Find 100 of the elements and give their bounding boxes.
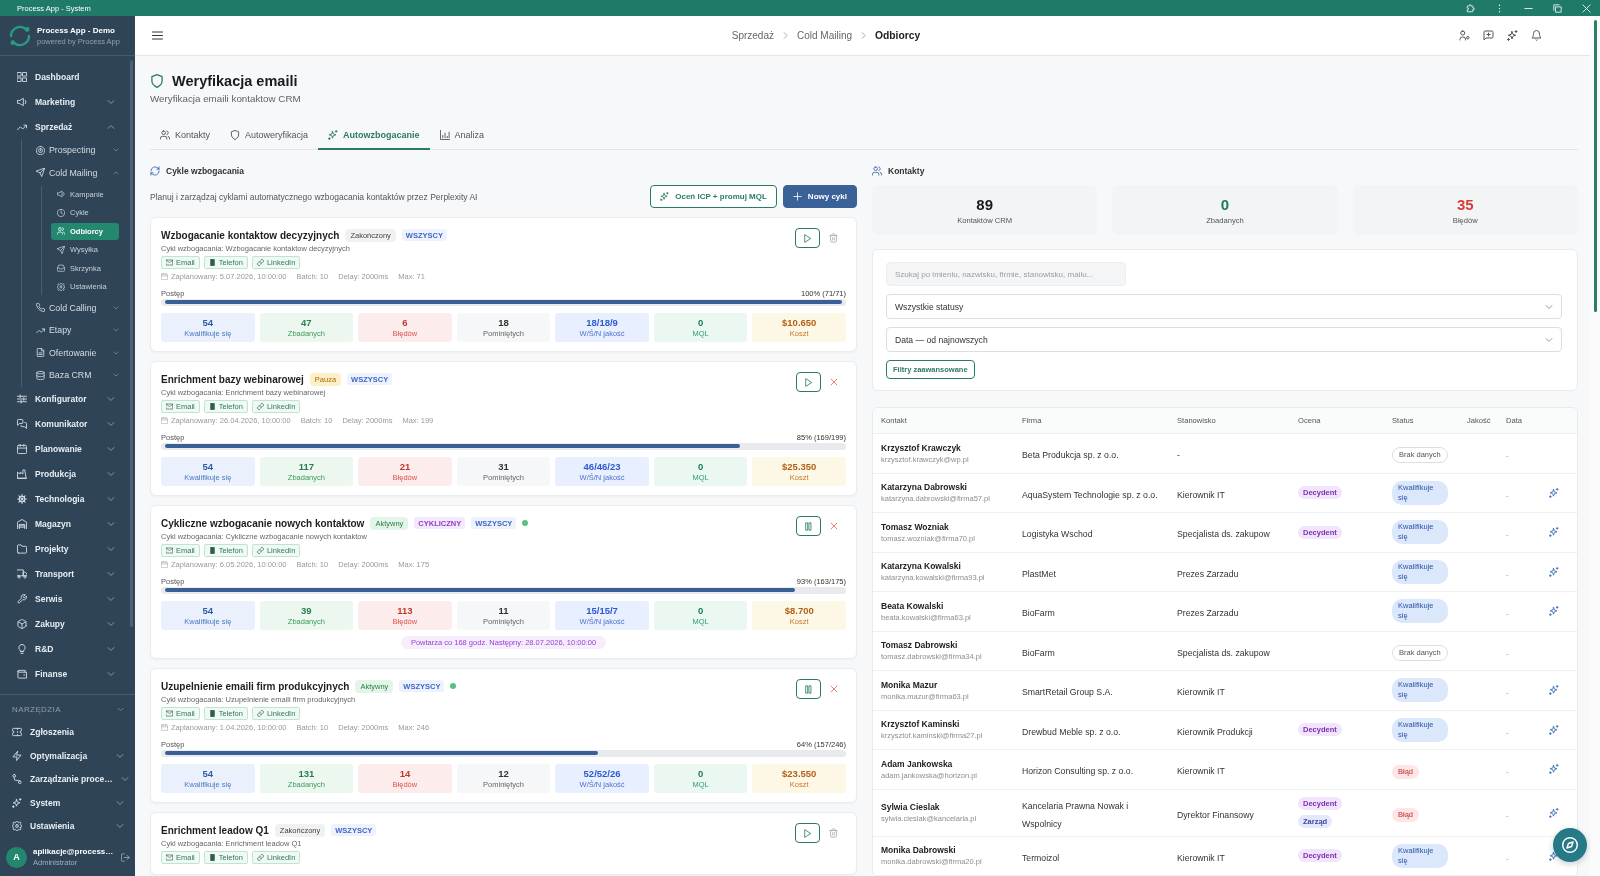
cross-icon[interactable] xyxy=(830,378,838,386)
sidebar-item[interactable]: Dashboard xyxy=(0,64,135,89)
workflow-icon xyxy=(12,774,22,785)
dropdown-field[interactable]: Wszystkie statusy xyxy=(886,294,1562,319)
logout-icon[interactable] xyxy=(121,852,130,862)
evaluate-icp-button[interactable]: Oceń ICP + promuj MQL xyxy=(650,185,777,208)
sparkles-icon[interactable] xyxy=(1549,850,1559,861)
sparkles-icon[interactable] xyxy=(1549,764,1559,775)
envelope-icon xyxy=(166,547,173,554)
cycle-title: Enrichment bazy webinarowej xyxy=(161,373,304,385)
speaker-icon xyxy=(57,190,65,198)
play-icon xyxy=(803,233,812,243)
breadcrumb-link[interactable]: Sprzedaż xyxy=(731,30,774,41)
sidebar-item[interactable]: Baza CRM xyxy=(22,364,135,387)
sidebar-item[interactable]: Ofertowanie xyxy=(22,341,135,364)
lightning-icon xyxy=(12,750,22,761)
sidebar-item[interactable]: Planowanie xyxy=(0,436,135,462)
inbox-icon xyxy=(57,264,65,272)
sparkles-icon[interactable] xyxy=(1549,807,1559,818)
sparkles-icon[interactable] xyxy=(1507,30,1518,41)
company-name: Drewbud Meble sp. z o.o. xyxy=(1022,726,1121,737)
job-title: Kierownik IT xyxy=(1177,852,1225,863)
sidebar-item[interactable]: R&D xyxy=(0,636,135,662)
sidebar-item[interactable]: Optymalizacja xyxy=(0,744,135,768)
ticket-icon xyxy=(12,727,22,738)
company-name: BioFarm xyxy=(1022,647,1055,658)
pause-button[interactable] xyxy=(796,679,821,699)
sidebar-item[interactable]: Zgłoszenia xyxy=(0,720,135,744)
scrollbar[interactable] xyxy=(1594,20,1597,312)
company-name: PlastMet xyxy=(1022,568,1056,579)
link-icon xyxy=(256,259,264,266)
sparkles-icon[interactable] xyxy=(1549,724,1559,735)
pause-button[interactable] xyxy=(796,516,821,536)
tab[interactable]: Autowzbogacanie xyxy=(318,122,430,150)
play-button[interactable] xyxy=(796,372,821,392)
sidebar-item[interactable]: Cold Mailing xyxy=(22,161,135,184)
stat-value: 39 xyxy=(301,604,312,616)
tab[interactable]: Kontakty xyxy=(150,122,221,150)
sidebar-item[interactable]: Zakupy xyxy=(0,611,135,637)
sparkles-icon[interactable] xyxy=(1549,566,1559,577)
sidebar-item[interactable]: Transport xyxy=(0,561,135,587)
chat-plus-icon[interactable] xyxy=(1483,30,1494,41)
play-icon xyxy=(803,828,812,838)
stat-value: 0 xyxy=(698,767,704,779)
sidebar-item[interactable]: Etapy xyxy=(22,319,135,342)
breadcrumb-current[interactable]: Odbiorcy xyxy=(875,30,921,41)
company-name: SmartRetail Group S.A. xyxy=(1022,687,1113,698)
sidebar-item[interactable]: Ustawienia xyxy=(0,814,135,838)
section-header[interactable]: NARZĘDZIA xyxy=(0,698,135,721)
contact-name: Krzysztof Kaminski xyxy=(881,719,960,730)
job-title: Kierownik IT xyxy=(1177,687,1225,698)
sidebar-item[interactable]: System xyxy=(0,791,135,815)
restore-icon[interactable] xyxy=(1553,3,1562,13)
dropdown-field[interactable]: Data — od najnowszych xyxy=(886,327,1562,352)
cross-icon[interactable] xyxy=(830,685,838,693)
sidebar-item[interactable]: Projekty xyxy=(0,536,135,562)
new-cycle-button[interactable]: Nowy cykl xyxy=(782,185,857,208)
cycle-title: Cykliczne wzbogacanie nowych kontaktow xyxy=(161,517,365,529)
sidebar-item[interactable]: Marketing xyxy=(0,89,135,114)
sidebar-item[interactable]: Konfigurator xyxy=(0,386,135,412)
sparkles-icon[interactable] xyxy=(1549,606,1559,617)
sidebar-item[interactable]: Sprzedaż xyxy=(0,114,135,139)
sidebar-item[interactable]: Technologia xyxy=(0,486,135,512)
menu-icon[interactable] xyxy=(152,30,163,41)
envelope-icon xyxy=(166,854,173,861)
breadcrumb-link[interactable]: Cold Mailing xyxy=(797,30,853,41)
search-field[interactable]: Szukaj po imieniu, nazwisku, firmie, stanowisku, mailu... xyxy=(886,262,1126,286)
stat-value: $23.550 xyxy=(782,767,817,779)
sidebar-item[interactable]: Prospecting xyxy=(22,139,135,162)
company-name: Logistyka Wschod xyxy=(1022,529,1093,540)
tab[interactable]: Analiza xyxy=(429,122,495,150)
avatar: A xyxy=(6,846,27,868)
bell-icon[interactable] xyxy=(1531,30,1542,41)
wrench-icon xyxy=(17,594,27,604)
sidebar-item[interactable]: Komunikator xyxy=(0,411,135,437)
wallet-icon xyxy=(17,669,27,679)
tab[interactable]: Autoweryfikacja xyxy=(220,122,319,150)
sidebar-item[interactable]: Cold Calling xyxy=(22,296,135,319)
sidebar-item[interactable]: Magazyn xyxy=(0,511,135,537)
sidebar-item[interactable]: Finanse xyxy=(0,661,135,687)
puzzle-icon[interactable] xyxy=(1466,3,1475,13)
play-button[interactable] xyxy=(795,823,820,843)
contact-name: Tomasz Wozniak xyxy=(881,521,949,532)
sparkles-icon[interactable] xyxy=(1549,487,1559,498)
sidebar-item[interactable]: Produkcja xyxy=(0,461,135,487)
sidebar-item[interactable]: Serwis xyxy=(0,586,135,612)
user-icon[interactable] xyxy=(1459,30,1470,41)
job-title: - xyxy=(1177,450,1180,461)
lightbulb-icon xyxy=(17,644,27,654)
cross-icon[interactable] xyxy=(830,522,838,530)
cog-icon xyxy=(17,494,27,504)
play-button[interactable] xyxy=(795,228,820,248)
stat-value: 54 xyxy=(202,767,214,779)
sidebar-item[interactable]: Zarządzanie proce… xyxy=(0,767,135,791)
smartphone-icon xyxy=(208,854,216,861)
close-icon[interactable] xyxy=(1582,3,1591,13)
chevron-right-icon xyxy=(860,32,868,39)
link-icon xyxy=(256,710,264,717)
sparkles-icon[interactable] xyxy=(1549,685,1559,696)
sparkles-icon[interactable] xyxy=(1549,527,1559,538)
